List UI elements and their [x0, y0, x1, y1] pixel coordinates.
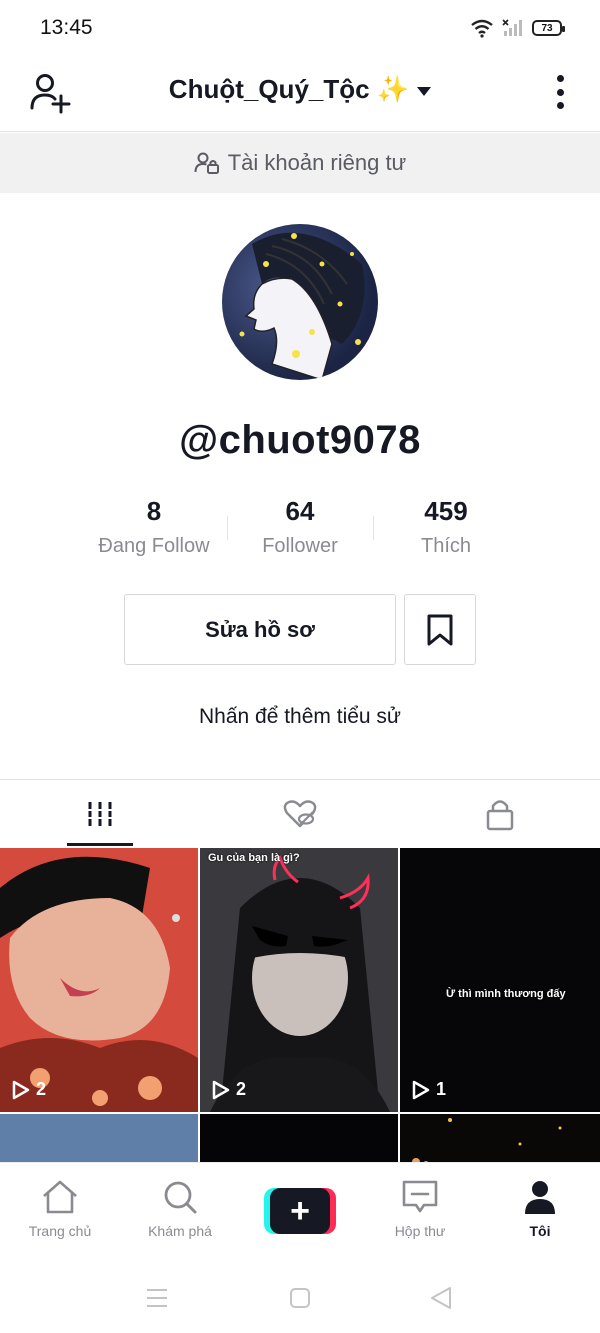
profile-header: Chuột_Quý_Tộc ✨ — [0, 58, 600, 132]
private-user-icon — [194, 152, 219, 174]
favorites-button[interactable] — [404, 594, 476, 665]
avatar[interactable] — [222, 224, 378, 380]
more-options-button[interactable] — [550, 72, 570, 112]
back-icon[interactable] — [428, 1285, 454, 1311]
stat-likes: 459 Thích — [371, 496, 521, 558]
followers-count: 64 — [285, 496, 315, 526]
plus-icon: + — [270, 1188, 330, 1234]
tab-liked[interactable] — [200, 780, 400, 848]
wifi-icon — [471, 19, 493, 38]
bottom-navigation: Trang chủ Khám phá + Hộp thư Tôi — [0, 1162, 600, 1264]
video-caption: Ừ thì mình thương đấy — [446, 988, 566, 1000]
lock-icon — [486, 800, 514, 831]
private-account-label: Tài khoản riêng tư — [227, 150, 407, 175]
header-username: Chuột_Quý_Tộc — [168, 74, 370, 104]
account-switcher[interactable]: Chuột_Quý_Tộc ✨ — [0, 74, 600, 105]
following-count: 8 — [146, 496, 162, 526]
status-time: 13:45 — [40, 16, 93, 39]
video-thumbnail[interactable]: Ừ thì mình thương đấy 1 — [400, 848, 600, 1112]
play-icon — [412, 1080, 430, 1099]
profile-icon — [525, 1181, 555, 1214]
view-count: 2 — [12, 1079, 46, 1100]
nav-label: Khám phá — [148, 1223, 212, 1239]
tab-private[interactable] — [400, 780, 600, 848]
home-square-icon[interactable] — [288, 1286, 312, 1310]
video-thumbnail[interactable]: Gu của bạn là gì? 2 — [200, 848, 398, 1112]
add-bio-prompt[interactable]: Nhấn để thêm tiểu sử — [0, 705, 600, 729]
profile-handle: @chuot9078 — [179, 418, 421, 462]
content-tabs — [0, 779, 600, 847]
likes-label: Thích — [420, 535, 472, 557]
tab-videos[interactable] — [0, 780, 200, 848]
view-count-value: 2 — [236, 1079, 247, 1099]
create-video-button[interactable]: + — [264, 1188, 336, 1234]
play-icon — [12, 1080, 30, 1099]
battery-icon: 73 — [532, 20, 565, 36]
system-navigation-bar — [0, 1264, 600, 1333]
liked-hidden-icon — [283, 800, 317, 828]
thumbnail-image — [0, 848, 198, 1112]
menu-icon[interactable] — [144, 1286, 170, 1310]
bookmark-icon — [427, 614, 453, 645]
chevron-down-icon — [417, 86, 432, 96]
inbox-icon — [402, 1180, 438, 1213]
grid-icon — [86, 802, 114, 826]
signal-icon — [502, 19, 522, 36]
search-icon — [164, 1181, 197, 1214]
view-count-value: 1 — [436, 1079, 447, 1099]
video-thumbnail[interactable]: 2 — [0, 848, 198, 1112]
nav-label: Hộp thư — [394, 1223, 446, 1239]
thumbnail-image — [412, 1118, 562, 1162]
video-thumbnail[interactable] — [400, 1114, 600, 1162]
play-icon — [212, 1080, 230, 1099]
view-count: 1 — [412, 1079, 446, 1100]
profile-stats: 8 Đang Follow 64 Follower 459 Thích — [0, 496, 600, 566]
sparkle-emoji: ✨ — [376, 74, 410, 104]
nav-discover[interactable]: Khám phá — [120, 1179, 240, 1239]
view-count-value: 2 — [36, 1079, 47, 1099]
nav-profile[interactable]: Tôi — [480, 1179, 600, 1239]
likes-count: 459 — [424, 496, 468, 526]
private-account-banner: Tài khoản riêng tư — [0, 133, 600, 193]
video-thumbnail[interactable] — [200, 1114, 398, 1162]
stat-followers[interactable]: 64 Follower — [225, 496, 375, 558]
video-grid: 2 Gu của bạn là gì? 2 Ừ thì mình thương … — [0, 848, 600, 1162]
followers-label: Follower — [262, 535, 338, 557]
home-icon — [43, 1180, 77, 1214]
nav-home[interactable]: Trang chủ — [0, 1179, 120, 1239]
nav-label: Trang chủ — [28, 1223, 92, 1239]
nav-label: Tôi — [529, 1223, 551, 1239]
status-icons: 73 — [470, 18, 565, 38]
view-count: 2 — [212, 1079, 246, 1100]
avatar-image — [239, 232, 365, 380]
status-bar: 13:45 73 — [0, 0, 600, 58]
more-dots-icon — [556, 75, 564, 82]
edit-profile-button[interactable]: Sửa hồ sơ — [124, 594, 396, 665]
thumbnail-image — [200, 848, 398, 1112]
nav-inbox[interactable]: Hộp thư — [360, 1179, 480, 1239]
active-tab-indicator — [67, 843, 133, 846]
video-caption: Gu của bạn là gì? — [208, 852, 300, 864]
stat-following[interactable]: 8 Đang Follow — [79, 496, 229, 558]
battery-level: 73 — [541, 22, 553, 34]
video-thumbnail[interactable] — [0, 1114, 198, 1162]
following-label: Đang Follow — [98, 535, 210, 557]
